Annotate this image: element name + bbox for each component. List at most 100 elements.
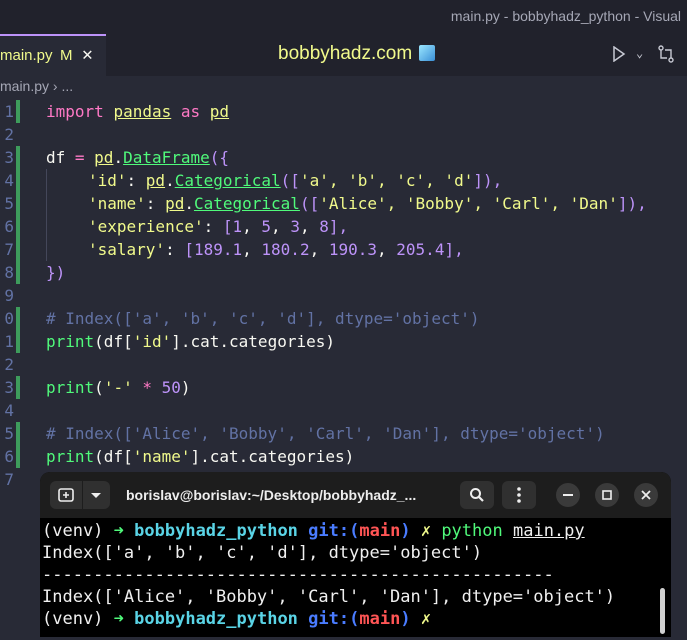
punctuation: ]), <box>617 194 647 213</box>
search-button[interactable] <box>460 481 494 509</box>
code-line-8: }) <box>46 261 65 284</box>
kebab-menu-icon[interactable] <box>517 487 521 503</box>
close-button[interactable] <box>634 483 658 507</box>
minimize-button[interactable] <box>556 483 580 507</box>
maximize-button[interactable] <box>595 483 619 507</box>
punctuation: , <box>271 217 291 236</box>
close-icon[interactable]: ✕ <box>82 44 93 65</box>
module-alias: pd <box>209 102 230 121</box>
operator: * <box>132 378 162 397</box>
breadcrumb: main.py › ... <box>0 78 73 100</box>
code-line-10: # Index(['a', 'b', 'c', 'd'], dtype='obj… <box>46 307 479 330</box>
compare-changes-icon[interactable] <box>656 44 676 64</box>
line-number: 1 <box>4 102 14 121</box>
new-tab-split-button[interactable] <box>50 481 110 509</box>
terminal-prompt-line: (venv) ➜ bobbyhadz_python git:(main) ✗ <box>42 608 431 630</box>
line-number: 7 <box>4 240 14 259</box>
number: 189.1 <box>193 240 243 259</box>
punctuation: ({ <box>209 148 230 167</box>
operator: = <box>65 148 95 167</box>
punctuation: ], <box>444 240 464 259</box>
minimize-icon[interactable] <box>563 494 573 497</box>
line-number: 5 <box>4 424 14 443</box>
code-line-1: import pandas as pd <box>46 100 229 123</box>
run-icon[interactable] <box>612 46 626 62</box>
git-added-marker <box>16 422 20 468</box>
menu-button[interactable] <box>502 481 536 509</box>
prompt-directory: bobbyhadz_python <box>134 609 298 629</box>
dirty-marker-icon: ✗ <box>420 609 432 629</box>
code-line-6: 'experience': [1, 5, 3, 8], <box>88 215 348 238</box>
punctuation: : <box>126 171 146 190</box>
terminal-scrollbar[interactable] <box>660 588 665 634</box>
punctuation: . <box>184 194 194 213</box>
dict-key: 'salary' <box>88 240 166 259</box>
punctuation: , <box>242 240 262 259</box>
venv-label: (venv) <box>42 521 114 541</box>
terminal-output-line: Index(['a', 'b', 'c', 'd'], dtype='objec… <box>42 543 483 563</box>
line-number: 1 <box>4 332 14 351</box>
git-label: ) <box>400 609 411 629</box>
number: 8 <box>319 217 329 236</box>
module-alias: pd <box>145 171 166 190</box>
git-added-marker <box>16 307 20 353</box>
breadcrumb-file[interactable]: main.py <box>0 78 49 94</box>
chevron-down-icon[interactable]: ⌄ <box>636 46 643 60</box>
command-argument: main.py <box>512 521 585 541</box>
window-titlebar: main.py - bobbyhadz_python - Visual <box>0 0 687 34</box>
code-line-3: df = pd.DataFrame({ <box>46 146 229 169</box>
git-label: git:( <box>308 521 360 541</box>
chevron-down-icon[interactable] <box>90 492 102 500</box>
search-icon[interactable] <box>469 487 485 503</box>
line-number: 3 <box>4 378 14 397</box>
comment: # Index(['Alice', 'Bobby', 'Carl', 'Dan'… <box>46 424 605 443</box>
git-branch: main <box>359 609 401 629</box>
list-items: 'Alice', 'Bobby', 'Carl', 'Dan' <box>319 194 618 213</box>
close-icon[interactable] <box>641 490 651 500</box>
punctuation: : <box>203 217 223 236</box>
code-line-13: print('-' * 50) <box>46 376 191 399</box>
site-name: bobbyhadz.com <box>278 43 413 64</box>
punctuation: [ <box>184 240 194 259</box>
terminal-header: borislav@borislav:~/Desktop/bobbyhadz_..… <box>40 472 671 518</box>
function-name: Categorical <box>193 194 300 213</box>
function-name: print <box>46 447 95 466</box>
terminal-window[interactable]: borislav@borislav:~/Desktop/bobbyhadz_..… <box>40 472 671 637</box>
prompt-arrow-icon: ➜ <box>113 521 124 541</box>
tab-main-py[interactable]: main.py M ✕ <box>0 34 106 76</box>
line-number: 6 <box>4 447 14 466</box>
punctuation: : <box>145 194 166 213</box>
number: 190.3 <box>328 240 378 259</box>
string: '-' <box>103 378 133 397</box>
maximize-icon[interactable] <box>602 490 612 500</box>
code-line-16: print(df['name'].cat.categories) <box>46 445 354 468</box>
breadcrumb-more[interactable]: ... <box>61 78 73 94</box>
number: 205.4 <box>396 240 445 259</box>
git-added-marker <box>16 376 20 399</box>
comment: # Index(['a', 'b', 'c', 'd'], dtype='obj… <box>46 309 480 328</box>
terminal-title: borislav@borislav:~/Desktop/bobbyhadz_..… <box>126 487 417 503</box>
variable: df <box>46 148 66 167</box>
punctuation: ([ <box>299 194 320 213</box>
git-added-marker <box>16 146 20 284</box>
header-title: bobbyhadz.com <box>278 43 436 65</box>
window-title: main.py - bobbyhadz_python - Visual <box>450 8 681 24</box>
git-added-marker <box>16 100 20 123</box>
prompt-arrow-icon: ➜ <box>113 609 124 629</box>
divider <box>82 481 83 509</box>
punctuation: . <box>113 148 124 167</box>
module-name: pandas <box>113 102 172 121</box>
line-number: 4 <box>4 171 14 190</box>
code-line-7: 'salary': [189.1, 180.2, 190.3, 205.4], <box>88 238 464 261</box>
new-tab-icon[interactable] <box>58 488 74 502</box>
keyword: import <box>46 102 104 121</box>
punctuation: [ <box>222 217 233 236</box>
line-number: 2 <box>4 125 14 144</box>
punctuation: ], <box>328 217 349 236</box>
number: 1 <box>232 217 243 236</box>
function-name: DataFrame <box>123 148 210 167</box>
punctuation: : <box>165 240 185 259</box>
git-branch: main <box>359 521 401 541</box>
function-name: Categorical <box>174 171 281 190</box>
punctuation: ].cat.categories) <box>171 332 335 351</box>
